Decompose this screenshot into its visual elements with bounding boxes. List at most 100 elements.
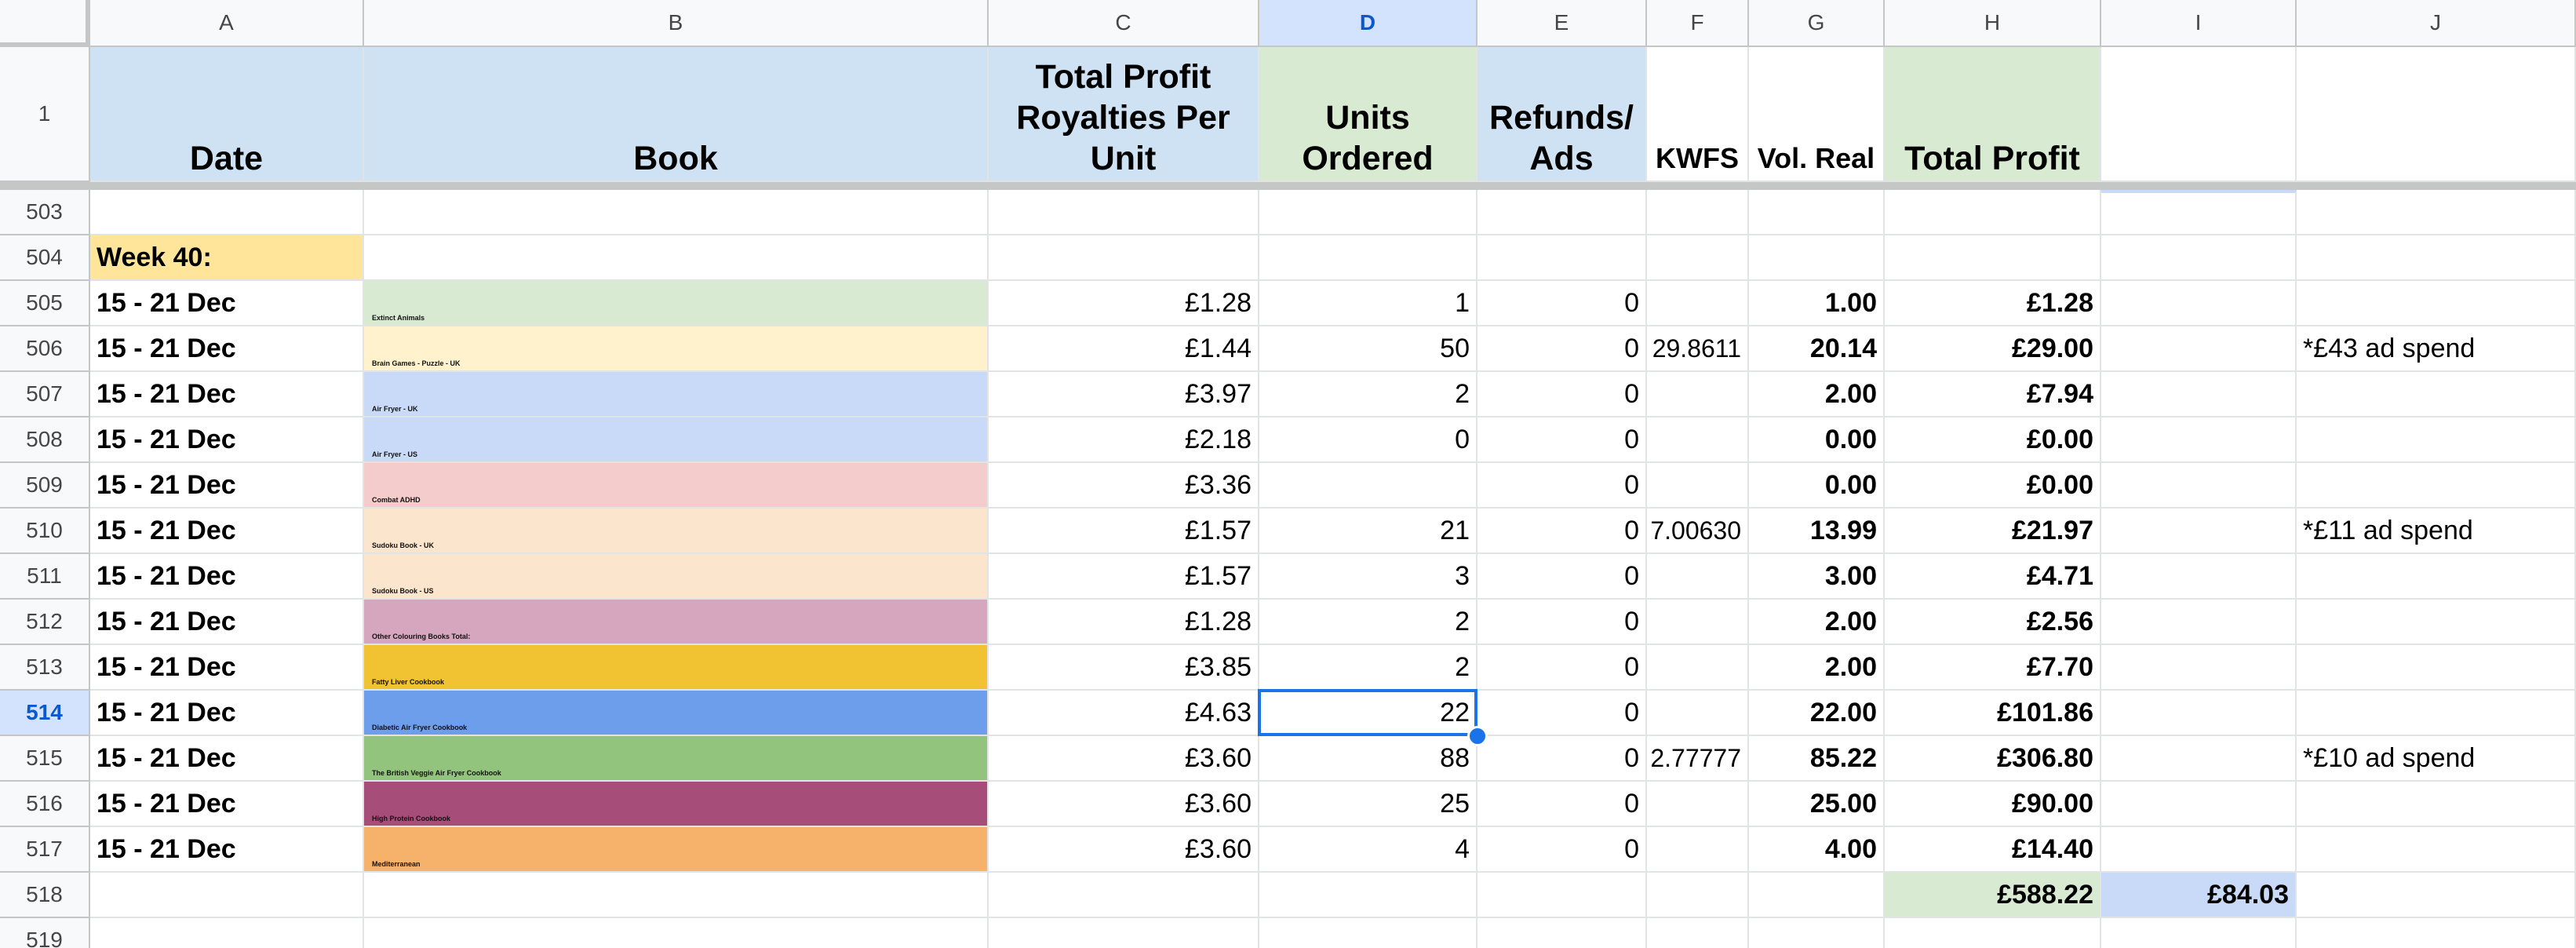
cell-h511[interactable]: £4.71: [1885, 554, 2101, 600]
column-header-d[interactable]: D: [1259, 0, 1477, 47]
cell-f511[interactable]: [1647, 554, 1749, 600]
cell-g516[interactable]: 25.00: [1749, 782, 1885, 827]
cell-h513[interactable]: £7.70: [1885, 645, 2101, 691]
row-header-513[interactable]: 513: [0, 645, 90, 691]
cell-b518[interactable]: [364, 873, 989, 918]
cell-g519[interactable]: [1749, 918, 1885, 948]
cell-e504[interactable]: [1477, 235, 1647, 281]
cell-i513[interactable]: [2101, 645, 2297, 691]
cell-e511[interactable]: 0: [1477, 554, 1647, 600]
cell-j504[interactable]: [2297, 235, 2576, 281]
cell-d512[interactable]: 2: [1259, 600, 1477, 645]
cell-i516[interactable]: [2101, 782, 2297, 827]
cell-d513[interactable]: 2: [1259, 645, 1477, 691]
cell-j510[interactable]: *£11 ad spend: [2297, 509, 2576, 554]
row-header-509[interactable]: 509: [0, 463, 90, 509]
row-header-514[interactable]: 514: [0, 691, 90, 736]
cell-d509[interactable]: [1259, 463, 1477, 509]
cell-b512[interactable]: Other Colouring Books Total:: [364, 600, 989, 645]
cell-d517[interactable]: 4: [1259, 827, 1477, 873]
cell-b519[interactable]: [364, 918, 989, 948]
cell-i504[interactable]: [2101, 235, 2297, 281]
row-header-1[interactable]: 1: [0, 47, 90, 182]
cell-c519[interactable]: [989, 918, 1259, 948]
cell-c510[interactable]: £1.57: [989, 509, 1259, 554]
cell-e506[interactable]: 0: [1477, 326, 1647, 372]
cell-j517[interactable]: [2297, 827, 2576, 873]
cell-f508[interactable]: [1647, 417, 1749, 463]
cell-f503[interactable]: [1647, 190, 1749, 235]
cell-h515[interactable]: £306.80: [1885, 736, 2101, 782]
row-header-518[interactable]: 518: [0, 873, 90, 918]
cell-d508[interactable]: 0: [1259, 417, 1477, 463]
cell-f507[interactable]: [1647, 372, 1749, 417]
cell-h506[interactable]: £29.00: [1885, 326, 2101, 372]
cell-c506[interactable]: £1.44: [989, 326, 1259, 372]
header-units-ordered[interactable]: Units Ordered: [1259, 47, 1477, 182]
cell-h516[interactable]: £90.00: [1885, 782, 2101, 827]
cell-j506[interactable]: *£43 ad spend: [2297, 326, 2576, 372]
cell-i511[interactable]: [2101, 554, 2297, 600]
cell-f510[interactable]: 7.00630: [1647, 509, 1749, 554]
cell-e519[interactable]: [1477, 918, 1647, 948]
cell-a504[interactable]: Week 40:: [90, 235, 364, 281]
column-header-f[interactable]: F: [1647, 0, 1749, 47]
cell-b508[interactable]: Air Fryer - US: [364, 417, 989, 463]
row-header-516[interactable]: 516: [0, 782, 90, 827]
cell-h512[interactable]: £2.56: [1885, 600, 2101, 645]
cell-d506[interactable]: 50: [1259, 326, 1477, 372]
cell-a509[interactable]: 15 - 21 Dec: [90, 463, 364, 509]
cell-a519[interactable]: [90, 918, 364, 948]
cell-h509[interactable]: £0.00: [1885, 463, 2101, 509]
cell-f519[interactable]: [1647, 918, 1749, 948]
cell-b504[interactable]: [364, 235, 989, 281]
header-empty-j[interactable]: [2297, 47, 2576, 182]
cell-f504[interactable]: [1647, 235, 1749, 281]
cell-b514[interactable]: Diabetic Air Fryer Cookbook: [364, 691, 989, 736]
cell-g512[interactable]: 2.00: [1749, 600, 1885, 645]
cell-h519[interactable]: [1885, 918, 2101, 948]
cell-h504[interactable]: [1885, 235, 2101, 281]
cell-b503[interactable]: [364, 190, 989, 235]
column-header-b[interactable]: B: [364, 0, 989, 47]
cell-e512[interactable]: 0: [1477, 600, 1647, 645]
cell-i512[interactable]: [2101, 600, 2297, 645]
cell-g511[interactable]: 3.00: [1749, 554, 1885, 600]
row-header-515[interactable]: 515: [0, 736, 90, 782]
row-header-505[interactable]: 505: [0, 281, 90, 326]
cell-e516[interactable]: 0: [1477, 782, 1647, 827]
row-header-510[interactable]: 510: [0, 509, 90, 554]
cell-e503[interactable]: [1477, 190, 1647, 235]
cell-i509[interactable]: [2101, 463, 2297, 509]
cell-e514[interactable]: 0: [1477, 691, 1647, 736]
cell-g517[interactable]: 4.00: [1749, 827, 1885, 873]
cell-f517[interactable]: [1647, 827, 1749, 873]
row-header-517[interactable]: 517: [0, 827, 90, 873]
cell-b510[interactable]: Sudoku Book - UK: [364, 509, 989, 554]
cell-f518[interactable]: [1647, 873, 1749, 918]
cell-d511[interactable]: 3: [1259, 554, 1477, 600]
row-header-506[interactable]: 506: [0, 326, 90, 372]
cell-j514[interactable]: [2297, 691, 2576, 736]
header-royalties-per-unit[interactable]: Total Profit Royalties Per Unit: [989, 47, 1259, 182]
cell-i503[interactable]: [2101, 190, 2297, 235]
cell-d516[interactable]: 25: [1259, 782, 1477, 827]
cell-g509[interactable]: 0.00: [1749, 463, 1885, 509]
cell-h518[interactable]: £588.22: [1885, 873, 2101, 918]
column-header-a[interactable]: A: [90, 0, 364, 47]
cell-d503[interactable]: [1259, 190, 1477, 235]
cell-e513[interactable]: 0: [1477, 645, 1647, 691]
cell-j516[interactable]: [2297, 782, 2576, 827]
row-header-519[interactable]: 519: [0, 918, 90, 948]
row-header-508[interactable]: 508: [0, 417, 90, 463]
cell-e505[interactable]: 0: [1477, 281, 1647, 326]
cell-a510[interactable]: 15 - 21 Dec: [90, 509, 364, 554]
cell-a513[interactable]: 15 - 21 Dec: [90, 645, 364, 691]
cell-j518[interactable]: [2297, 873, 2576, 918]
header-refunds-ads[interactable]: Refunds/Ads: [1477, 47, 1647, 182]
cell-j511[interactable]: [2297, 554, 2576, 600]
cell-g514[interactable]: 22.00: [1749, 691, 1885, 736]
cell-h514[interactable]: £101.86: [1885, 691, 2101, 736]
cell-a514[interactable]: 15 - 21 Dec: [90, 691, 364, 736]
cell-a505[interactable]: 15 - 21 Dec: [90, 281, 364, 326]
